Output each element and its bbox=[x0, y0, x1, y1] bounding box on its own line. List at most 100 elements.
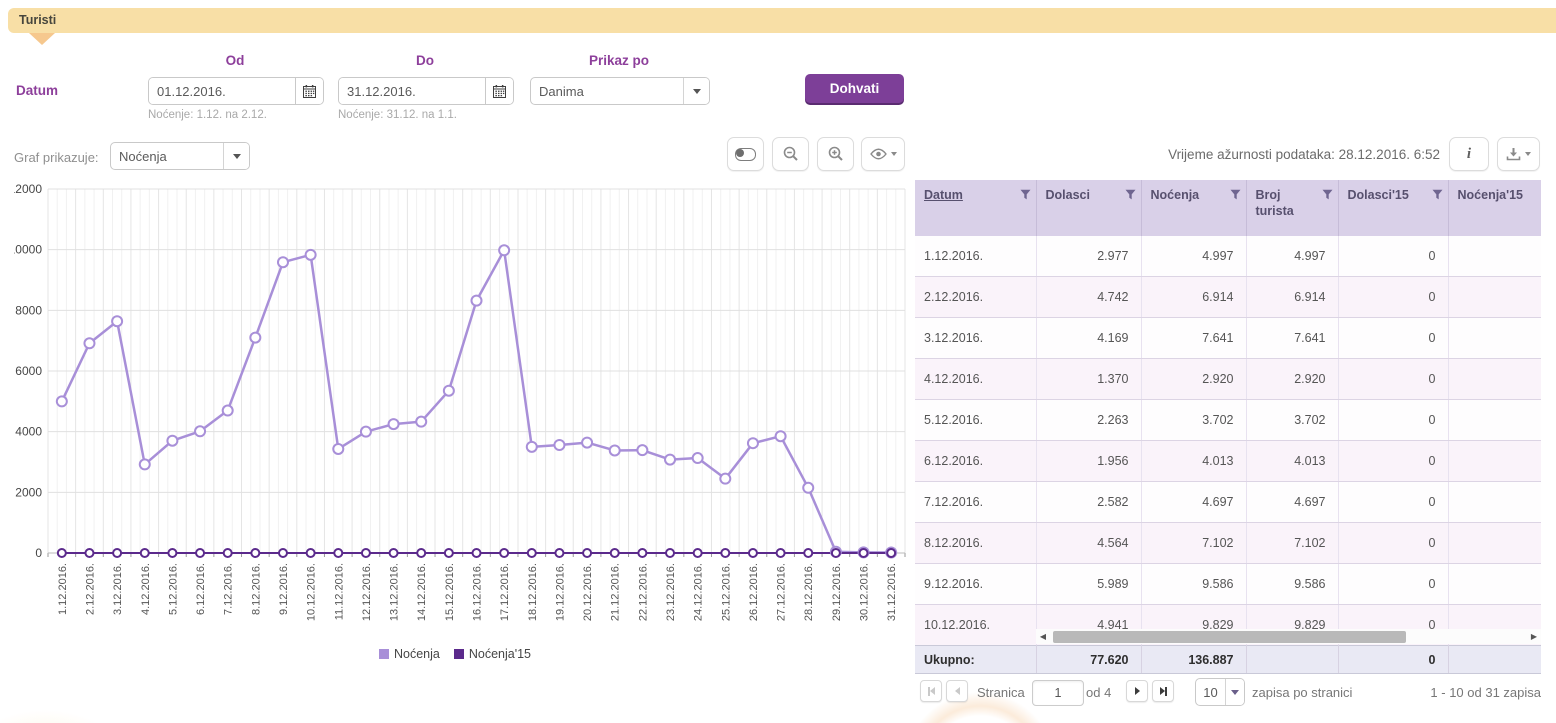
date-from-input[interactable] bbox=[149, 78, 295, 104]
svg-text:9.12.2016.: 9.12.2016. bbox=[278, 563, 290, 615]
graf-series-select[interactable]: Noćenja bbox=[110, 142, 250, 170]
dohvati-button[interactable]: Dohvati bbox=[805, 74, 904, 103]
date-to-control bbox=[338, 77, 514, 105]
total-value: 136.887 bbox=[1141, 646, 1246, 674]
column-header-dolasci[interactable]: Dolasci bbox=[1036, 180, 1141, 236]
cell-value: 2.977 bbox=[1036, 236, 1141, 277]
zoom-out-icon bbox=[783, 146, 799, 162]
column-header-datum[interactable]: Datum bbox=[915, 180, 1036, 236]
table-row[interactable]: 9.12.2016.5.9899.5869.5860 bbox=[915, 564, 1541, 605]
svg-text:24.12.2016.: 24.12.2016. bbox=[693, 563, 705, 621]
cell-value: 4.169 bbox=[1036, 318, 1141, 359]
table-row[interactable]: 3.12.2016.4.1697.6417.6410 bbox=[915, 318, 1541, 359]
cell-date: 6.12.2016. bbox=[915, 441, 1036, 482]
table-row[interactable]: 6.12.2016.1.9564.0134.0130 bbox=[915, 441, 1541, 482]
svg-text:12000: 12000 bbox=[14, 183, 42, 196]
legend-item[interactable]: Noćenja bbox=[379, 647, 440, 661]
total-value bbox=[1448, 646, 1541, 674]
cell-value: 6.914 bbox=[1246, 277, 1338, 318]
svg-text:6.12.2016.: 6.12.2016. bbox=[195, 563, 207, 615]
date-to-input[interactable] bbox=[339, 78, 485, 104]
svg-text:20.12.2016.: 20.12.2016. bbox=[582, 563, 594, 621]
chevron-down-icon[interactable] bbox=[683, 78, 709, 104]
filter-icon[interactable] bbox=[1322, 189, 1333, 205]
chart-legend: Noćenja Noćenja'15 bbox=[0, 647, 910, 661]
totals-row: Ukupno:77.620136.8870 bbox=[915, 646, 1541, 674]
turisti-table: Datum DolasciNoćenjaBroj turistaDolasci'1… bbox=[915, 180, 1541, 646]
column-header-nocenja-15[interactable]: Noćenja'15 bbox=[1448, 180, 1541, 236]
total-value bbox=[1246, 646, 1338, 674]
cell-date: 7.12.2016. bbox=[915, 482, 1036, 523]
filter-icon[interactable] bbox=[1230, 189, 1241, 205]
download-button[interactable] bbox=[1497, 137, 1540, 171]
date-from-hint: Noćenje: 1.12. na 2.12. bbox=[148, 109, 267, 121]
prikaz-po-label: Prikaz po bbox=[530, 53, 708, 68]
cell-value: 7.641 bbox=[1141, 318, 1246, 359]
chevron-down-icon[interactable] bbox=[223, 143, 249, 169]
eye-icon bbox=[870, 148, 887, 160]
cell-value: 0 bbox=[1338, 441, 1448, 482]
table-row[interactable]: 4.12.2016.1.3702.9202.9200 bbox=[915, 359, 1541, 400]
table-header-row: Datum DolasciNoćenjaBroj turistaDolasci'1… bbox=[915, 180, 1541, 236]
turisti-tab[interactable]: Turisti bbox=[8, 8, 1556, 33]
page-number-input[interactable] bbox=[1032, 680, 1084, 706]
prikaz-po-select[interactable]: Danima bbox=[530, 77, 710, 105]
scroll-right-arrow[interactable]: ▶ bbox=[1527, 629, 1541, 644]
zoom-out-button[interactable] bbox=[772, 137, 809, 171]
decor-blob bbox=[1050, 700, 1330, 723]
cell-value: 0 bbox=[1338, 523, 1448, 564]
cell-value: 0 bbox=[1338, 564, 1448, 605]
column-header-nocenja[interactable]: Noćenja bbox=[1141, 180, 1246, 236]
cell-value: 1.956 bbox=[1036, 441, 1141, 482]
series-visibility-button[interactable] bbox=[861, 137, 905, 171]
tab-title: Turisti bbox=[8, 8, 56, 27]
previous-page-button[interactable] bbox=[946, 680, 968, 702]
filter-icon[interactable] bbox=[1432, 189, 1443, 205]
do-label: Do bbox=[338, 53, 512, 68]
zoom-in-button[interactable] bbox=[817, 137, 854, 171]
cell-value: 0 bbox=[1338, 400, 1448, 441]
svg-text:10000: 10000 bbox=[14, 243, 42, 257]
cell-value bbox=[1448, 523, 1541, 564]
toggle-view-button[interactable] bbox=[727, 137, 764, 171]
info-button[interactable]: i bbox=[1449, 137, 1489, 171]
scrollbar-thumb[interactable] bbox=[1053, 631, 1406, 643]
graf-prikazuje-label: Graf prikazuje: bbox=[14, 150, 99, 165]
svg-text:12.12.2016.: 12.12.2016. bbox=[361, 563, 373, 621]
table-row[interactable]: 8.12.2016.4.5647.1027.1020 bbox=[915, 523, 1541, 564]
last-page-button[interactable] bbox=[1152, 680, 1174, 702]
column-header-dolasci-15[interactable]: Dolasci'15 bbox=[1338, 180, 1448, 236]
next-page-button[interactable] bbox=[1126, 680, 1148, 702]
calendar-icon[interactable] bbox=[485, 78, 513, 104]
cell-value: 6.914 bbox=[1141, 277, 1246, 318]
svg-text:25.12.2016.: 25.12.2016. bbox=[720, 563, 732, 621]
nocenja-line-chart[interactable]: 0200040006000800010000120001.12.2016.2.1… bbox=[14, 183, 910, 648]
scrollbar-track[interactable] bbox=[1050, 631, 1527, 643]
chevron-down-icon[interactable] bbox=[1225, 679, 1244, 705]
total-value: 0 bbox=[1338, 646, 1448, 674]
first-page-button[interactable] bbox=[920, 680, 942, 702]
table-row[interactable]: 5.12.2016.2.2633.7023.7020 bbox=[915, 400, 1541, 441]
cell-date: 8.12.2016. bbox=[915, 523, 1036, 564]
table-row[interactable]: 1.12.2016.2.9774.9974.9970 bbox=[915, 236, 1541, 277]
column-label: Datum bbox=[924, 188, 963, 202]
legend-label: Noćenja bbox=[394, 647, 440, 661]
legend-item[interactable]: Noćenja'15 bbox=[454, 647, 531, 661]
cell-value: 2.263 bbox=[1036, 400, 1141, 441]
calendar-icon[interactable] bbox=[295, 78, 323, 104]
cell-value: 4.013 bbox=[1246, 441, 1338, 482]
stranica-label: Stranica bbox=[977, 685, 1025, 700]
per-page-label: zapisa po stranici bbox=[1252, 685, 1352, 700]
page-size-select[interactable]: 10 bbox=[1195, 678, 1245, 706]
filter-icon[interactable] bbox=[1125, 189, 1136, 205]
decor-blob bbox=[0, 690, 160, 723]
cell-value: 3.702 bbox=[1246, 400, 1338, 441]
cell-value: 1.370 bbox=[1036, 359, 1141, 400]
table-row[interactable]: 7.12.2016.2.5824.6974.6970 bbox=[915, 482, 1541, 523]
column-header-broj-turista[interactable]: Broj turista bbox=[1246, 180, 1338, 236]
scroll-left-arrow[interactable]: ◀ bbox=[1036, 629, 1050, 644]
table-row[interactable]: 2.12.2016.4.7426.9146.9140 bbox=[915, 277, 1541, 318]
filter-icon[interactable] bbox=[1020, 189, 1031, 205]
zoom-in-icon bbox=[828, 146, 844, 162]
table-horizontal-scrollbar[interactable]: ◀ ▶ bbox=[1036, 629, 1541, 644]
